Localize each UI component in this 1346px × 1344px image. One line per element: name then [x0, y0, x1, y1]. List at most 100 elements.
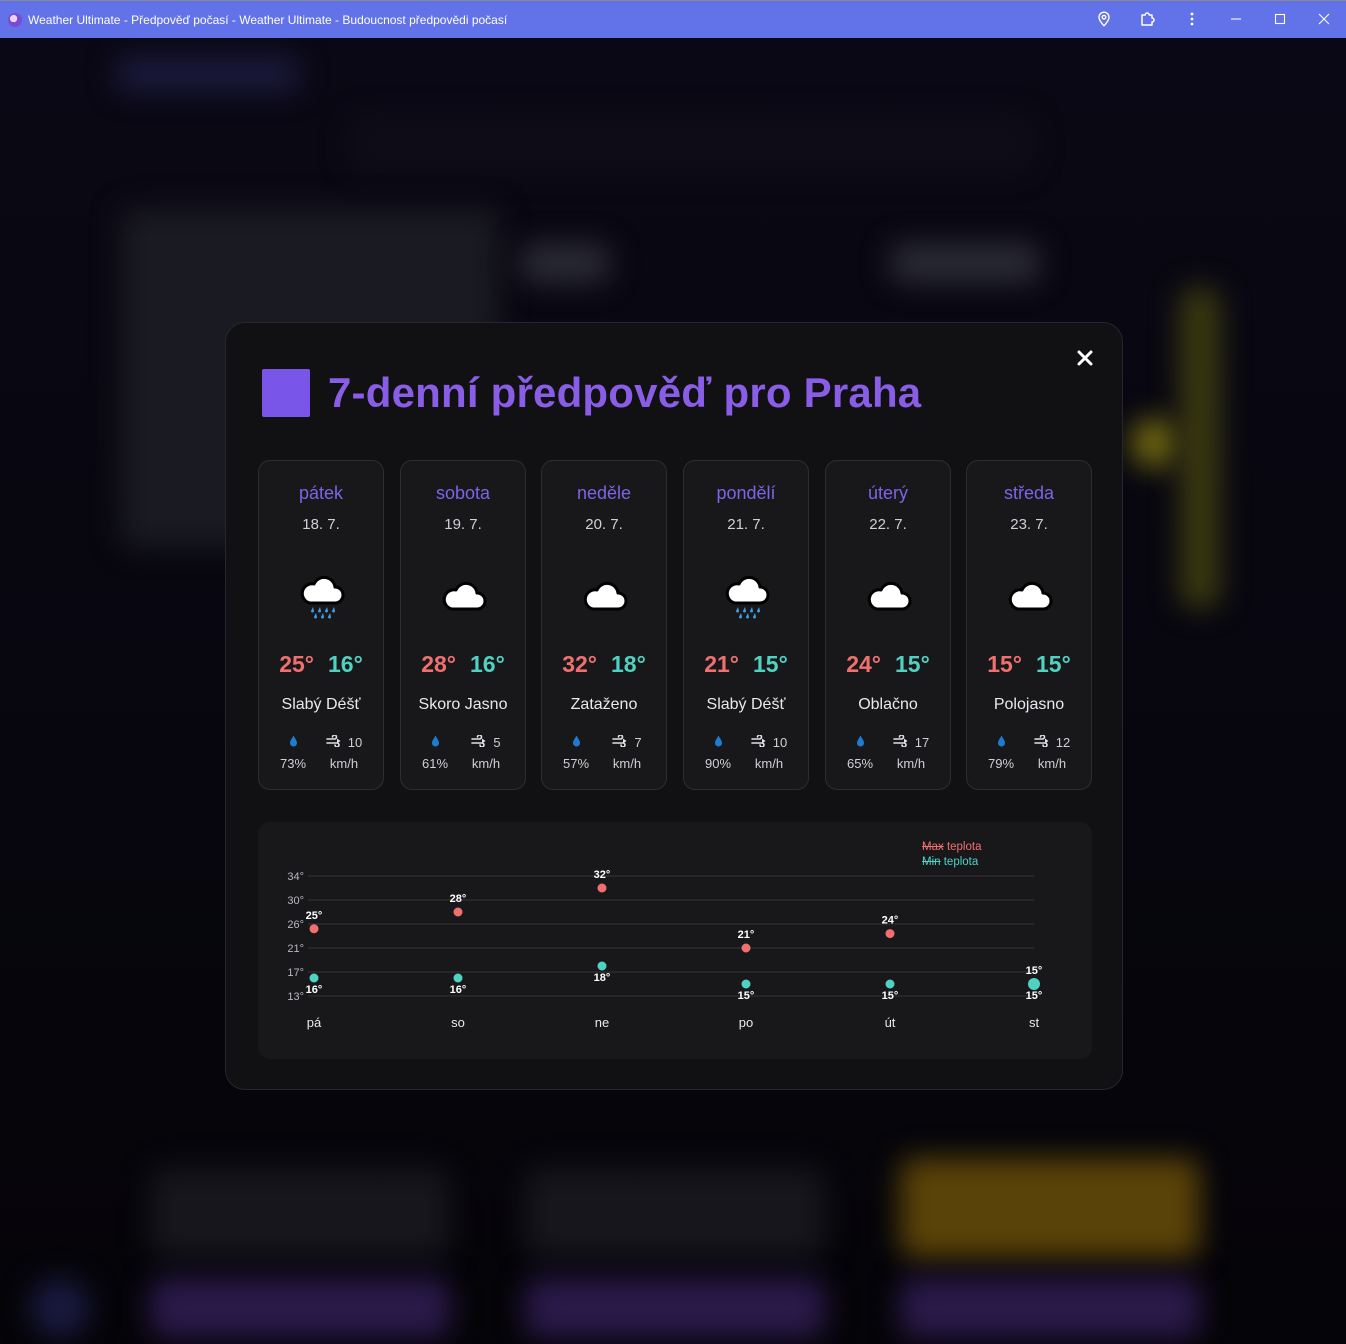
humidity: 65%	[838, 731, 882, 775]
humidity-value: 57%	[562, 756, 590, 771]
card-date: 20. 7.	[585, 516, 623, 533]
rain-cloud-icon	[296, 571, 348, 623]
wind-speed: 7	[634, 734, 642, 750]
legend-max-label: teplota	[946, 841, 982, 853]
wind-unit: km/h	[1037, 756, 1067, 771]
temp-min: 18°	[611, 651, 646, 677]
min-temp-point	[741, 979, 751, 989]
card-condition: Oblačno	[858, 696, 918, 713]
legend-max-swatch: Max	[922, 841, 944, 853]
humidity-value: 65%	[846, 756, 874, 771]
card-date: 18. 7.	[302, 516, 340, 533]
humidity-drop-icon	[856, 735, 865, 750]
modal-header: 7-denní předpověď pro Praha	[262, 369, 921, 417]
more-options-icon[interactable]	[1170, 1, 1214, 37]
rain-cloud-icon	[721, 571, 773, 623]
y-tick-label: 21°	[287, 943, 304, 955]
x-tick-label: ne	[595, 1015, 609, 1030]
day-card[interactable]: neděle 20. 7. 32° 18° Zataženo 57% 7 km/h	[541, 460, 667, 790]
card-condition: Slabý Déšť	[706, 696, 786, 713]
min-temp-point	[597, 961, 607, 971]
wind-speed: 10	[772, 734, 788, 750]
day-card[interactable]: pátek 18. 7. 25° 16° Slabý Déšť 73% 10 km/h	[258, 460, 384, 790]
x-tick-label: st	[1029, 1015, 1040, 1030]
card-condition: Zataženo	[570, 696, 638, 713]
forecast-modal: 7-denní předpověď pro Praha pátek 18. 7. 2…	[225, 322, 1123, 1090]
wind: 7 km/h	[598, 731, 656, 775]
max-temp-label: 28°	[450, 893, 467, 905]
min-temp-label: 15°	[882, 990, 899, 1002]
wind: 17 km/h	[882, 731, 940, 775]
modal-title: 7-denní předpověď pro Praha	[328, 369, 922, 416]
wind-unit: km/h	[754, 756, 784, 771]
window-close-icon[interactable]	[1302, 1, 1346, 37]
card-day-name: úterý	[867, 483, 909, 503]
humidity: 90%	[696, 731, 740, 775]
wind-unit: km/h	[612, 756, 642, 771]
card-condition: Slabý Déšť	[281, 696, 361, 713]
cloud-icon	[579, 571, 631, 623]
card-date: 22. 7.	[869, 516, 907, 533]
wind: 10 km/h	[740, 731, 798, 775]
day-card[interactable]: pondělí 21. 7. 21° 15° Slabý Déšť 90% 10 km/h	[683, 460, 809, 790]
x-tick-label: út	[885, 1015, 896, 1030]
legend-item-min: Min teplota	[922, 855, 981, 870]
card-condition: Skoro Jasno	[418, 696, 508, 713]
minimize-icon[interactable]	[1214, 1, 1258, 37]
wind-icon	[471, 733, 487, 750]
app-icon	[8, 12, 22, 27]
humidity: 57%	[554, 731, 598, 775]
chart-legend: Max teplota Min teplota	[922, 840, 981, 870]
card-temps: 25° 16°	[259, 651, 383, 678]
day-card[interactable]: sobota 19. 7. 28° 16° Skoro Jasno 61% 5 km/h	[400, 460, 526, 790]
day-card[interactable]: středa 23. 7. 15° 15° Polojasno 79% 12 km/h	[966, 460, 1092, 790]
max-temp-label: 25°	[306, 910, 323, 922]
humidity-value: 90%	[704, 756, 732, 771]
legend-item-max: Max teplota	[922, 840, 981, 855]
y-tick-label: 26°	[287, 919, 304, 931]
humidity-drop-icon	[289, 735, 298, 750]
humidity-drop-icon	[997, 735, 1006, 750]
card-date: 21. 7.	[727, 516, 765, 533]
humidity-drop-icon	[431, 735, 440, 750]
calendar-icon	[262, 369, 310, 417]
humidity-drop-icon	[714, 735, 723, 750]
temp-min: 16°	[328, 651, 363, 677]
humidity-value: 79%	[987, 756, 1015, 771]
maximize-icon[interactable]	[1258, 1, 1302, 37]
card-day-name: středa	[1003, 483, 1055, 503]
min-temp-label: 15°	[738, 990, 755, 1002]
legend-min-swatch: Min	[922, 856, 941, 868]
x-tick-label: pá	[307, 1015, 322, 1030]
max-temp-label: 32°	[594, 869, 611, 881]
wind-unit: km/h	[896, 756, 926, 771]
humidity-value: 61%	[421, 756, 449, 771]
wind-icon	[612, 733, 628, 750]
window-titlebar: Weather Ultimate - Předpověď počasí - We…	[0, 0, 1346, 38]
location-pin-icon[interactable]	[1082, 1, 1126, 37]
temp-max: 25°	[279, 651, 314, 677]
wind-unit: km/h	[471, 756, 501, 771]
cloud-icon	[1004, 571, 1056, 623]
temp-max: 32°	[562, 651, 597, 677]
wind: 10 km/h	[315, 731, 373, 775]
extensions-icon[interactable]	[1126, 1, 1170, 37]
temp-min: 16°	[470, 651, 505, 677]
wind: 5 km/h	[457, 731, 515, 775]
max-temp-point	[453, 907, 463, 917]
temp-max: 15°	[987, 651, 1022, 677]
max-temp-label: 15°	[1026, 965, 1043, 977]
humidity-value: 73%	[279, 756, 307, 771]
wind-icon	[892, 733, 909, 750]
humidity: 79%	[979, 731, 1023, 775]
max-temp-point	[597, 883, 607, 893]
wind-speed: 10	[347, 734, 363, 750]
day-card[interactable]: úterý 22. 7. 24° 15° Oblačno 65% 17 km/h	[825, 460, 951, 790]
x-tick-label: so	[451, 1015, 465, 1030]
max-temp-point	[885, 929, 895, 939]
wind-icon	[1033, 733, 1050, 750]
wind: 12 km/h	[1023, 731, 1081, 775]
close-icon[interactable]	[1074, 347, 1096, 369]
temp-min: 15°	[753, 651, 788, 677]
cloud-icon	[863, 571, 915, 623]
